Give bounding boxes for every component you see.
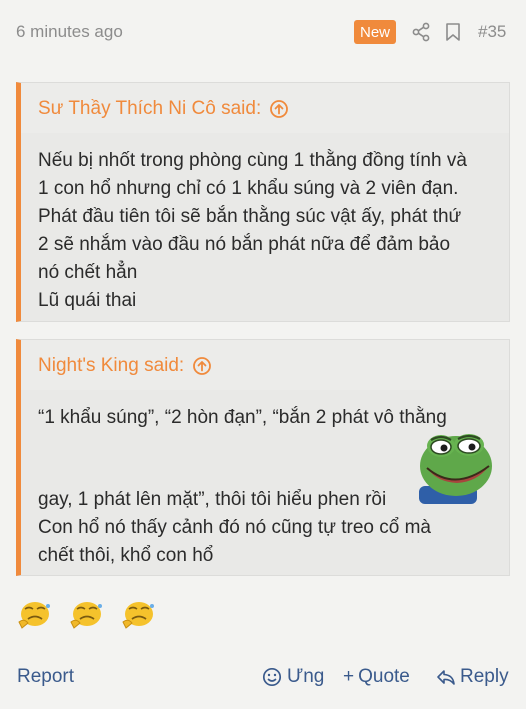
ung-label: Ưng xyxy=(287,666,325,687)
pepe-smile-sticker xyxy=(419,434,492,504)
post-header: 6 minutes ago New #35 xyxy=(0,0,526,64)
reply-label: Reply xyxy=(460,666,509,687)
jump-to-quote-icon[interactable] xyxy=(192,356,212,376)
quote-line: Phát đầu tiên tôi sẽ bắn thằng súc vật ấ… xyxy=(38,206,462,227)
quote-line: chết thôi, khổ con hổ xyxy=(38,545,214,566)
quote-author[interactable]: Night's King said: xyxy=(38,355,184,377)
reply-button[interactable]: Reply xyxy=(436,666,509,688)
quote-content: “1 khẩu súng”, “2 hòn đạn”, “bắn 2 phát … xyxy=(21,390,509,576)
reply-arrow-icon xyxy=(437,670,455,685)
post-actions: Report Ưng + Quote Reply xyxy=(0,660,526,696)
plus-icon: + xyxy=(343,666,355,687)
report-link[interactable]: Report xyxy=(17,666,74,688)
quote-line: gay, 1 phát lên mặt”, thôi tôi hiểu phen… xyxy=(38,489,387,510)
quote-line: Con hổ nó thấy cảnh đó nó cũng tự treo c… xyxy=(38,517,431,538)
quote-line: 2 sẽ nhắm vào đầu nó bắn phát nữa để đảm… xyxy=(38,234,451,255)
sad-face-icon[interactable] xyxy=(16,598,52,630)
post-number[interactable]: #35 xyxy=(478,22,506,42)
quote-author[interactable]: Sư Thầy Thích Ni Cô said: xyxy=(38,98,261,120)
sad-face-icon[interactable] xyxy=(120,598,156,630)
react-smile-icon xyxy=(262,667,282,687)
quote-header: Night's King said: xyxy=(21,340,509,390)
new-badge: New xyxy=(354,20,397,44)
share-icon[interactable] xyxy=(411,22,431,42)
quote-header: Sư Thầy Thích Ni Cô said: xyxy=(21,83,509,133)
jump-to-quote-icon[interactable] xyxy=(269,99,289,119)
quote-label: Quote xyxy=(358,666,410,687)
bookmark-icon[interactable] xyxy=(443,22,463,42)
post-time[interactable]: 6 minutes ago xyxy=(16,22,123,42)
ung-button[interactable]: Ưng xyxy=(262,666,324,688)
quote-content: Nếu bị nhốt trong phòng cùng 1 thằng đồn… xyxy=(21,133,509,329)
quote-block: Night's King said: “1 khẩu súng”, “2 hòn… xyxy=(16,339,510,576)
quote-line: Lũ quái thai xyxy=(38,290,137,311)
quote-block: Sư Thầy Thích Ni Cô said: Nếu bị nhốt tr… xyxy=(16,82,510,322)
quote-button[interactable]: + Quote xyxy=(343,666,410,688)
quote-line: nó chết hẳn xyxy=(38,262,138,283)
quote-line: 1 con hổ nhưng chỉ có 1 khẩu súng và 2 v… xyxy=(38,178,459,199)
quote-line: Nếu bị nhốt trong phòng cùng 1 thằng đồn… xyxy=(38,150,467,171)
sad-face-icon[interactable] xyxy=(68,598,104,630)
quote-line: “1 khẩu súng”, “2 hòn đạn”, “bắn 2 phát … xyxy=(38,407,447,428)
